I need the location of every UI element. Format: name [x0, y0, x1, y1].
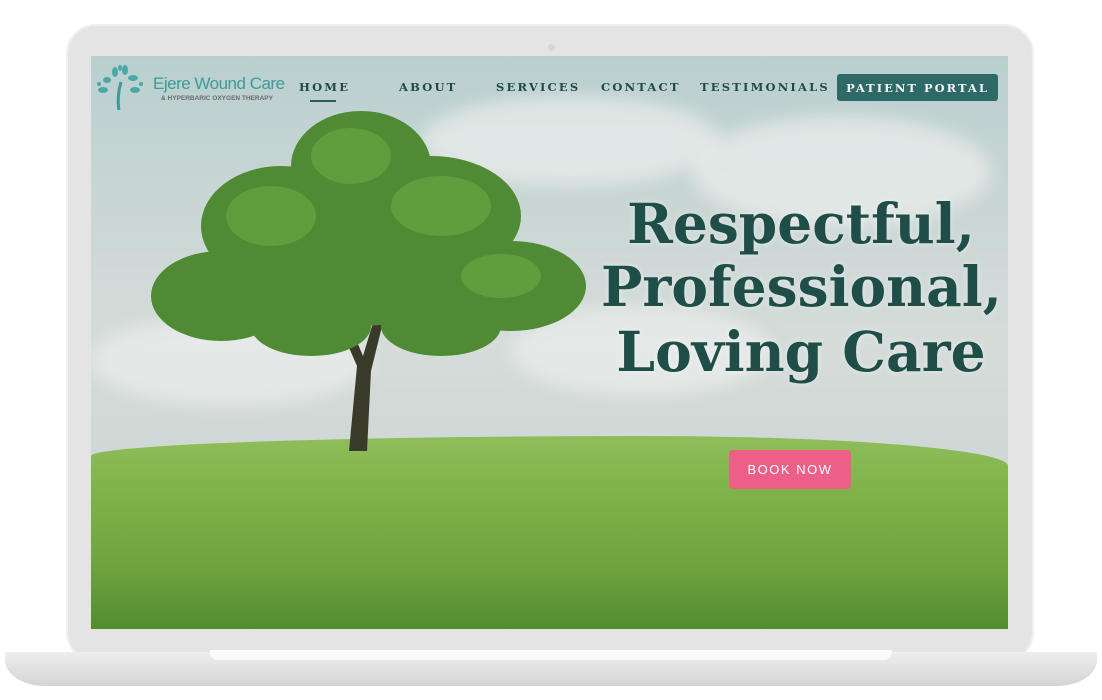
- logo[interactable]: Ejere Wound Care & HYPERBARIC OXYGEN THE…: [95, 64, 285, 112]
- nav-testimonials[interactable]: TESTIMONIALS: [700, 80, 830, 94]
- top-nav: Ejere Wound Care & HYPERBARIC OXYGEN THE…: [91, 56, 1008, 116]
- logo-title: Ejere Wound Care: [153, 74, 285, 93]
- webcam: [548, 44, 555, 51]
- patient-portal-button[interactable]: PATIENT PORTAL: [837, 74, 998, 101]
- active-nav-underline: [310, 100, 336, 102]
- laptop-notch: [210, 650, 892, 660]
- tree-logo-icon: [97, 65, 143, 111]
- nav-home[interactable]: HOME: [299, 80, 350, 94]
- tree-image: [151, 111, 586, 451]
- book-now-button[interactable]: BOOK NOW: [729, 450, 851, 489]
- logo-subtitle: & HYPERBARIC OXYGEN THERAPY: [161, 95, 273, 102]
- nav-contact[interactable]: CONTACT: [601, 80, 681, 94]
- hero-heading: Respectful, Professional, Loving Care: [601, 176, 1002, 399]
- website-screen: Ejere Wound Care & HYPERBARIC OXYGEN THE…: [91, 56, 1008, 629]
- nav-about[interactable]: ABOUT: [399, 80, 457, 94]
- nav-services[interactable]: SERVICES: [496, 80, 580, 94]
- hero-line: Loving Care: [616, 319, 986, 384]
